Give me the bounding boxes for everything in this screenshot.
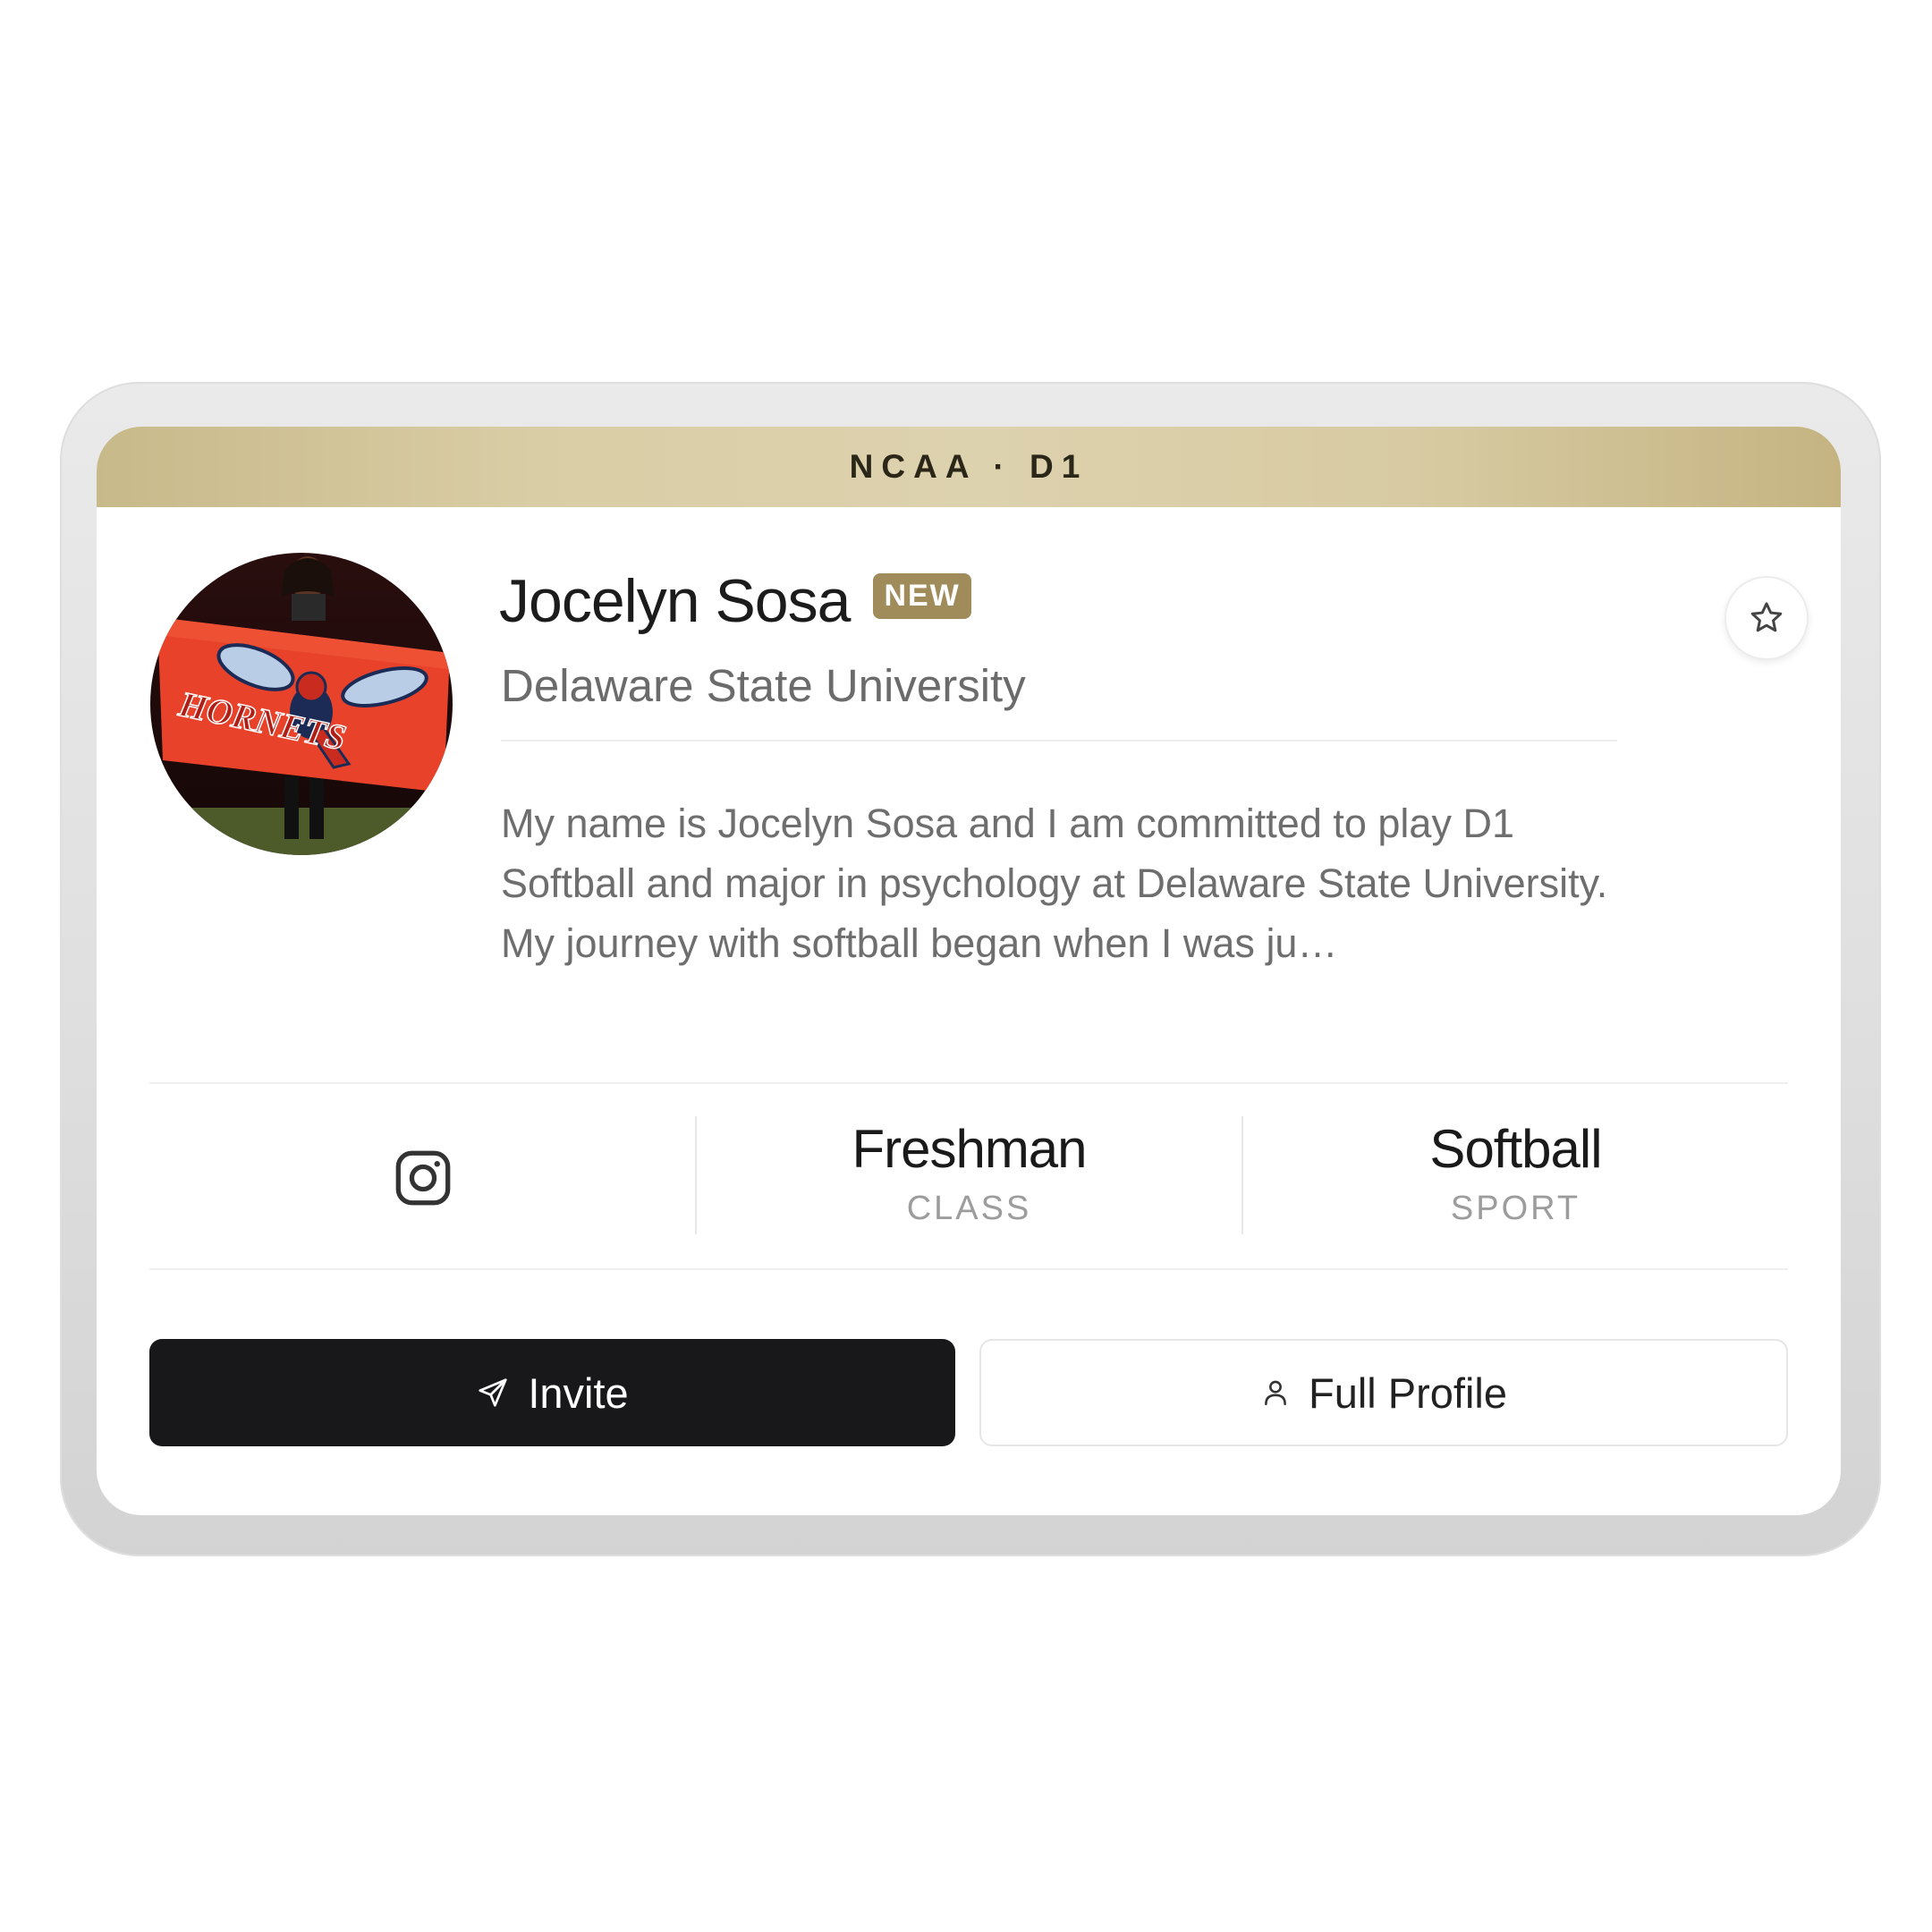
athlete-bio: My name is Jocelyn Sosa and I am committ…	[501, 801, 1608, 966]
stat-sport: Softball SPORT	[1242, 1084, 1789, 1268]
sport-value: Softball	[1429, 1119, 1602, 1179]
class-label: CLASS	[906, 1190, 1032, 1227]
full-profile-button[interactable]: Full Profile	[979, 1339, 1788, 1446]
name-row: Jocelyn Sosa NEW	[499, 566, 971, 636]
instagram-link[interactable]	[392, 1147, 454, 1209]
division-banner: NCAA · D1	[97, 427, 1841, 507]
favorite-button[interactable]	[1724, 576, 1809, 660]
school-name: Delaware State University	[501, 660, 1026, 711]
invite-button[interactable]: Invite	[149, 1339, 955, 1446]
avatar: HORNETS	[150, 553, 453, 855]
invite-label: Invite	[528, 1368, 629, 1417]
instagram-icon	[395, 1150, 451, 1206]
class-value: Freshman	[852, 1119, 1087, 1179]
division-label: NCAA · D1	[849, 448, 1089, 485]
send-icon	[476, 1376, 510, 1410]
athlete-card: NCAA · D1 HORNETS Jocelyn Sosa NEW Delaw…	[97, 427, 1841, 1515]
divider	[501, 740, 1617, 741]
avatar-image: HORNETS	[150, 553, 453, 855]
stats-row: Freshman CLASS Softball SPORT	[149, 1082, 1788, 1270]
sport-label: SPORT	[1450, 1190, 1581, 1227]
stat-social	[149, 1084, 696, 1268]
stat-class: Freshman CLASS	[696, 1084, 1242, 1268]
new-badge: NEW	[873, 572, 971, 619]
user-icon	[1260, 1377, 1291, 1408]
full-profile-label: Full Profile	[1308, 1368, 1507, 1417]
star-icon	[1750, 602, 1783, 632]
athlete-name: Jocelyn Sosa	[499, 567, 851, 635]
